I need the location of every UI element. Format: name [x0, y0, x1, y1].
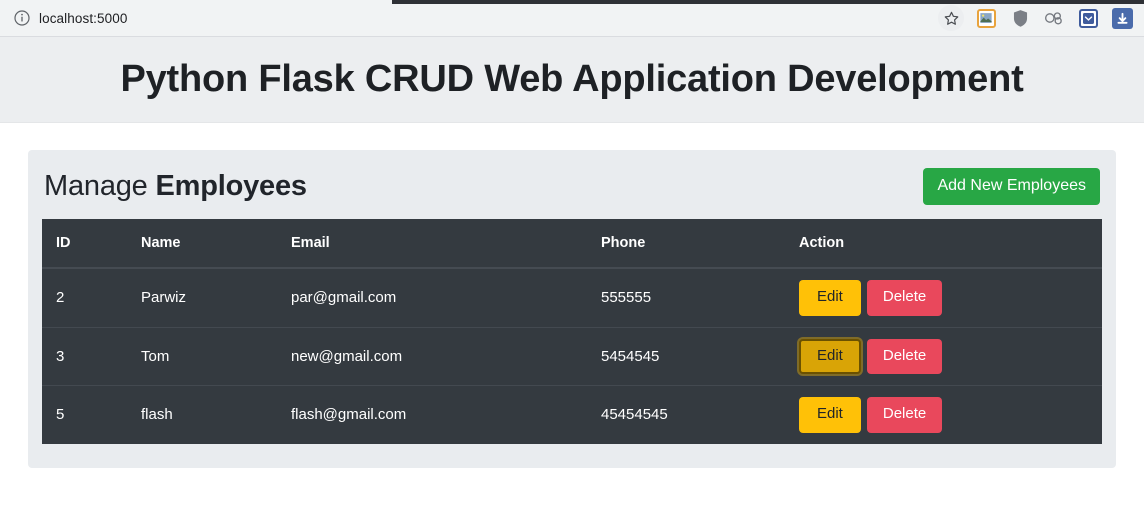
employees-table: ID Name Email Phone Action 2 Parwiz par@…: [42, 219, 1102, 444]
add-new-employees-button[interactable]: Add New Employees: [923, 168, 1100, 205]
section-title-bold: Employees: [155, 170, 307, 202]
edit-button[interactable]: Edit: [799, 338, 861, 374]
page-title: Python Flask CRUD Web Application Develo…: [120, 58, 1024, 100]
cell-id: 2: [56, 289, 65, 307]
section-title-light: Manage: [44, 170, 148, 202]
column-header-id: ID: [42, 219, 127, 269]
table-head: ID Name Email Phone Action: [42, 219, 1102, 269]
cell-id: 3: [42, 326, 127, 386]
column-header-action: Action: [785, 219, 1102, 269]
cell-name: Parwiz: [141, 289, 187, 307]
cell-phone: 5454545: [587, 326, 785, 386]
tab-strip-edge: [392, 0, 1144, 4]
cell-email: new@gmail.com: [277, 326, 587, 386]
card-header: Manage Employees Add New Employees: [42, 166, 1102, 205]
bookmark-star-icon[interactable]: [938, 5, 964, 31]
cell-name: Tom: [127, 326, 277, 386]
table-header-row: ID Name Email Phone Action: [42, 219, 1102, 269]
column-header-phone: Phone: [587, 219, 785, 269]
address-bar[interactable]: localhost:5000: [14, 4, 938, 32]
employees-card: Manage Employees Add New Employees ID Na…: [28, 150, 1116, 468]
page-body: Manage Employees Add New Employees ID Na…: [0, 123, 1144, 468]
delete-button[interactable]: Delete: [866, 397, 943, 433]
section-title: Manage Employees: [44, 170, 307, 203]
cell-action: Edit Delete: [785, 385, 1102, 444]
url-text: localhost:5000: [39, 10, 128, 26]
download-extension-icon[interactable]: [1110, 6, 1134, 30]
photo-extension-icon[interactable]: [974, 6, 998, 30]
shield-extension-icon[interactable]: [1008, 6, 1032, 30]
pocket-extension-icon[interactable]: [1076, 6, 1100, 30]
table-row: 2 Parwiz par@gmail.com 555555 Edit Delet…: [42, 268, 1102, 327]
table-row: 5 flash flash@gmail.com 45454545 Edit De…: [42, 385, 1102, 444]
cell-id: 5: [42, 385, 127, 444]
delete-button[interactable]: Delete: [866, 338, 943, 374]
info-circle-icon[interactable]: [14, 10, 30, 26]
browser-chrome: localhost:5000: [0, 0, 1144, 37]
delete-button[interactable]: Delete: [866, 280, 943, 316]
cell-phone: 555555: [601, 289, 652, 307]
cell-action: Edit Delete: [785, 326, 1102, 386]
cell-email: flash@gmail.com: [277, 385, 587, 444]
browser-action-icons: [938, 5, 1144, 31]
edit-button[interactable]: Edit: [799, 397, 861, 433]
cloud-extension-icon[interactable]: [1042, 6, 1066, 30]
column-header-name: Name: [127, 219, 277, 269]
cell-phone: 45454545: [587, 385, 785, 444]
table-body: 2 Parwiz par@gmail.com 555555 Edit Delet…: [42, 268, 1102, 444]
page-header-band: Python Flask CRUD Web Application Develo…: [0, 37, 1144, 123]
cell-email: par@gmail.com: [291, 289, 397, 307]
cell-action: Edit Delete: [785, 268, 1102, 327]
table-row: 3 Tom new@gmail.com 5454545 Edit Delete: [42, 326, 1102, 386]
cell-name: flash: [127, 385, 277, 444]
edit-button[interactable]: Edit: [799, 280, 861, 316]
column-header-email: Email: [277, 219, 587, 269]
